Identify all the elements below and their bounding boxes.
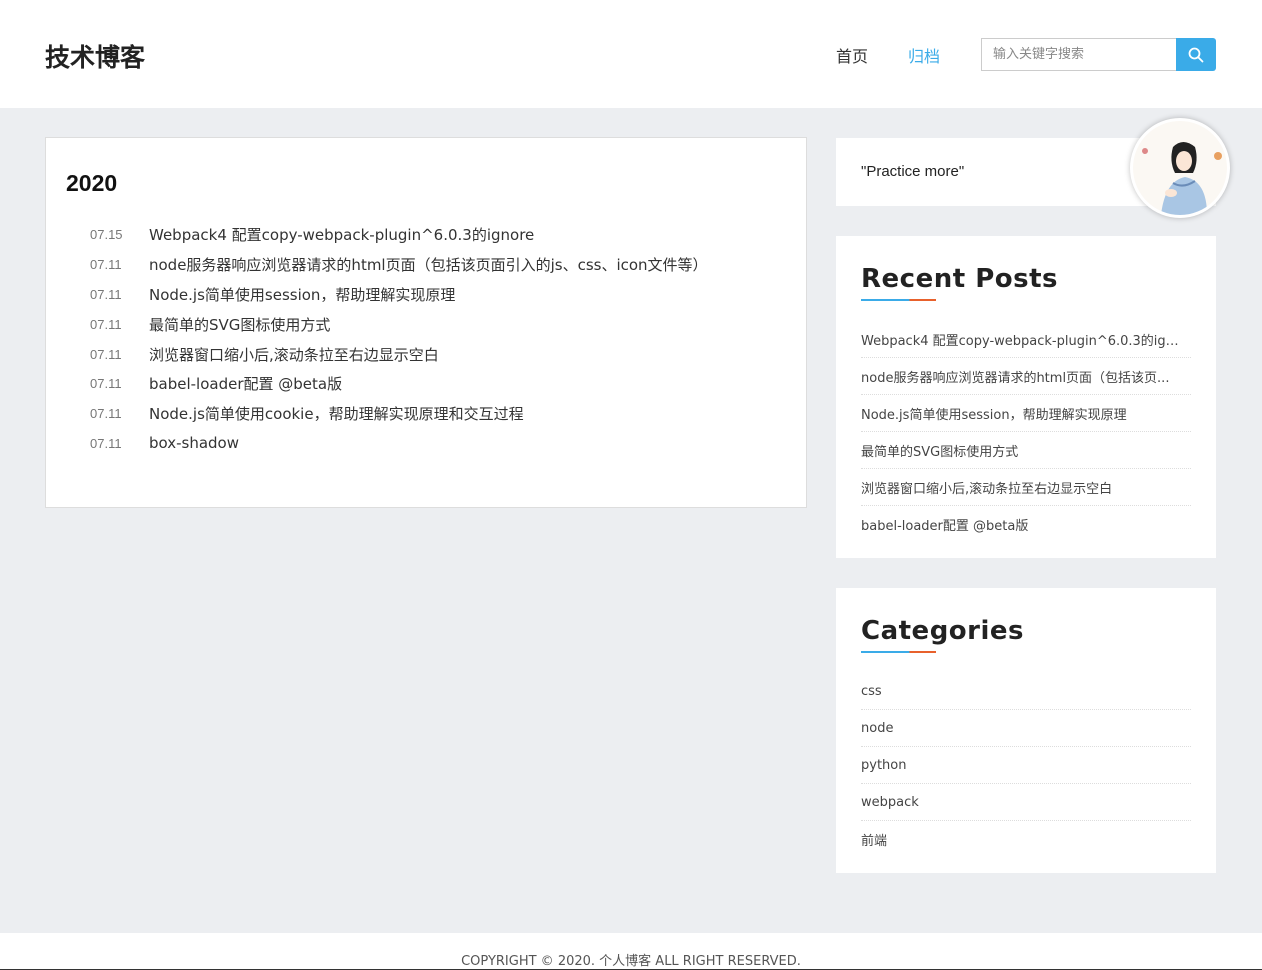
archive-post-item: 07.11 Node.js简单使用cookie，帮助理解实现原理和交互过程: [90, 399, 708, 429]
recent-post-item: node服务器响应浏览器请求的html页面（包括该页...: [861, 358, 1191, 395]
category-item: python: [861, 747, 1191, 784]
recent-post-link[interactable]: Webpack4 配置copy-webpack-plugin^6.0.3的ign…: [861, 330, 1186, 349]
avatar: [1130, 118, 1230, 218]
category-item: node: [861, 710, 1191, 747]
search-box: [981, 38, 1216, 71]
search-button[interactable]: [1176, 38, 1216, 71]
archive-post-item: 07.11 node服务器响应浏览器请求的html页面（包括该页面引入的js、cs…: [90, 250, 708, 280]
post-date: 07.11: [90, 257, 122, 273]
category-link[interactable]: 前端: [861, 830, 887, 849]
post-date: 07.11: [90, 316, 122, 332]
recent-post-link[interactable]: 最简单的SVG图标使用方式: [861, 441, 1018, 460]
archive-post-item: 07.11 Node.js简单使用session，帮助理解实现原理: [90, 280, 708, 310]
main-nav: 首页 归档: [836, 43, 980, 67]
recent-posts-widget: Recent Posts Webpack4 配置copy-webpack-plu…: [836, 236, 1216, 558]
recent-post-item: 浏览器窗口缩小后,滚动条拉至右边显示空白: [861, 469, 1191, 506]
post-date: 07.11: [90, 406, 122, 422]
post-title-link[interactable]: 浏览器窗口缩小后,滚动条拉至右边显示空白: [149, 344, 439, 365]
site-header: 技术博客 首页 归档: [0, 0, 1262, 108]
recent-posts-list: Webpack4 配置copy-webpack-plugin^6.0.3的ign…: [861, 321, 1191, 543]
categories-widget: Categories css node python webpack 前端: [836, 588, 1216, 873]
recent-post-link[interactable]: 浏览器窗口缩小后,滚动条拉至右边显示空白: [861, 478, 1112, 497]
footer: COPYRIGHT © 2020. 个人博客 ALL RIGHT RESERVE…: [0, 933, 1262, 970]
category-link[interactable]: python: [861, 758, 906, 773]
archive-post-item: 07.11 最简单的SVG图标使用方式: [90, 309, 708, 339]
categories-heading: Categories: [861, 616, 1025, 646]
recent-post-link[interactable]: Node.js简单使用session，帮助理解实现原理: [861, 404, 1127, 423]
category-link[interactable]: webpack: [861, 795, 919, 810]
archive-post-list: 07.15 Webpack4 配置copy-webpack-plugin^6.0.…: [90, 220, 708, 458]
recent-post-item: 最简单的SVG图标使用方式: [861, 432, 1191, 469]
post-date: 07.11: [90, 376, 122, 392]
categories-list: css node python webpack 前端: [861, 673, 1191, 858]
post-title-link[interactable]: node服务器响应浏览器请求的html页面（包括该页面引入的js、css、ico…: [149, 254, 708, 275]
post-title-link[interactable]: Node.js简单使用session，帮助理解实现原理: [149, 284, 455, 305]
post-date: 07.11: [90, 286, 122, 302]
nav-item-home[interactable]: 首页: [836, 43, 868, 67]
recent-post-item: Webpack4 配置copy-webpack-plugin^6.0.3的ign…: [861, 321, 1191, 358]
archive-year: 2020: [66, 170, 118, 196]
post-title-link[interactable]: Webpack4 配置copy-webpack-plugin^6.0.3的ign…: [149, 224, 534, 245]
copyright-text: COPYRIGHT © 2020. 个人博客 ALL RIGHT RESERVE…: [461, 954, 801, 969]
category-item: 前端: [861, 821, 1191, 858]
post-date: 07.15: [90, 227, 123, 243]
search-icon: [1188, 47, 1204, 62]
post-title-link[interactable]: babel-loader配置 @beta版: [149, 373, 342, 394]
category-link[interactable]: css: [861, 684, 882, 699]
post-title-link[interactable]: box-shadow: [149, 434, 239, 452]
post-title-link[interactable]: 最简单的SVG图标使用方式: [149, 314, 330, 335]
motto-text: "Practice more": [861, 163, 965, 180]
archive-post-item: 07.11 浏览器窗口缩小后,滚动条拉至右边显示空白: [90, 339, 708, 369]
archive-post-item: 07.11 box-shadow: [90, 429, 708, 459]
recent-post-link[interactable]: node服务器响应浏览器请求的html页面（包括该页...: [861, 367, 1169, 386]
recent-post-item: babel-loader配置 @beta版: [861, 506, 1191, 543]
recent-post-item: Node.js简单使用session，帮助理解实现原理: [861, 395, 1191, 432]
post-title-link[interactable]: Node.js简单使用cookie，帮助理解实现原理和交互过程: [149, 403, 524, 424]
category-item: webpack: [861, 784, 1191, 821]
post-date: 07.11: [90, 346, 122, 362]
archive-post-item: 07.11 babel-loader配置 @beta版: [90, 369, 708, 399]
category-link[interactable]: node: [861, 721, 893, 736]
recent-post-link[interactable]: babel-loader配置 @beta版: [861, 515, 1028, 534]
archive-card: 2020 07.15 Webpack4 配置copy-webpack-plugin…: [45, 137, 807, 508]
recent-posts-heading: Recent Posts: [861, 264, 1058, 294]
heading-underline: [861, 651, 936, 653]
search-input[interactable]: [981, 38, 1176, 71]
archive-post-item: 07.15 Webpack4 配置copy-webpack-plugin^6.0.…: [90, 220, 708, 250]
heading-underline: [861, 299, 936, 301]
post-date: 07.11: [90, 435, 122, 451]
nav-item-archive[interactable]: 归档: [908, 43, 940, 67]
site-title[interactable]: 技术博客: [45, 38, 145, 74]
category-item: css: [861, 673, 1191, 710]
